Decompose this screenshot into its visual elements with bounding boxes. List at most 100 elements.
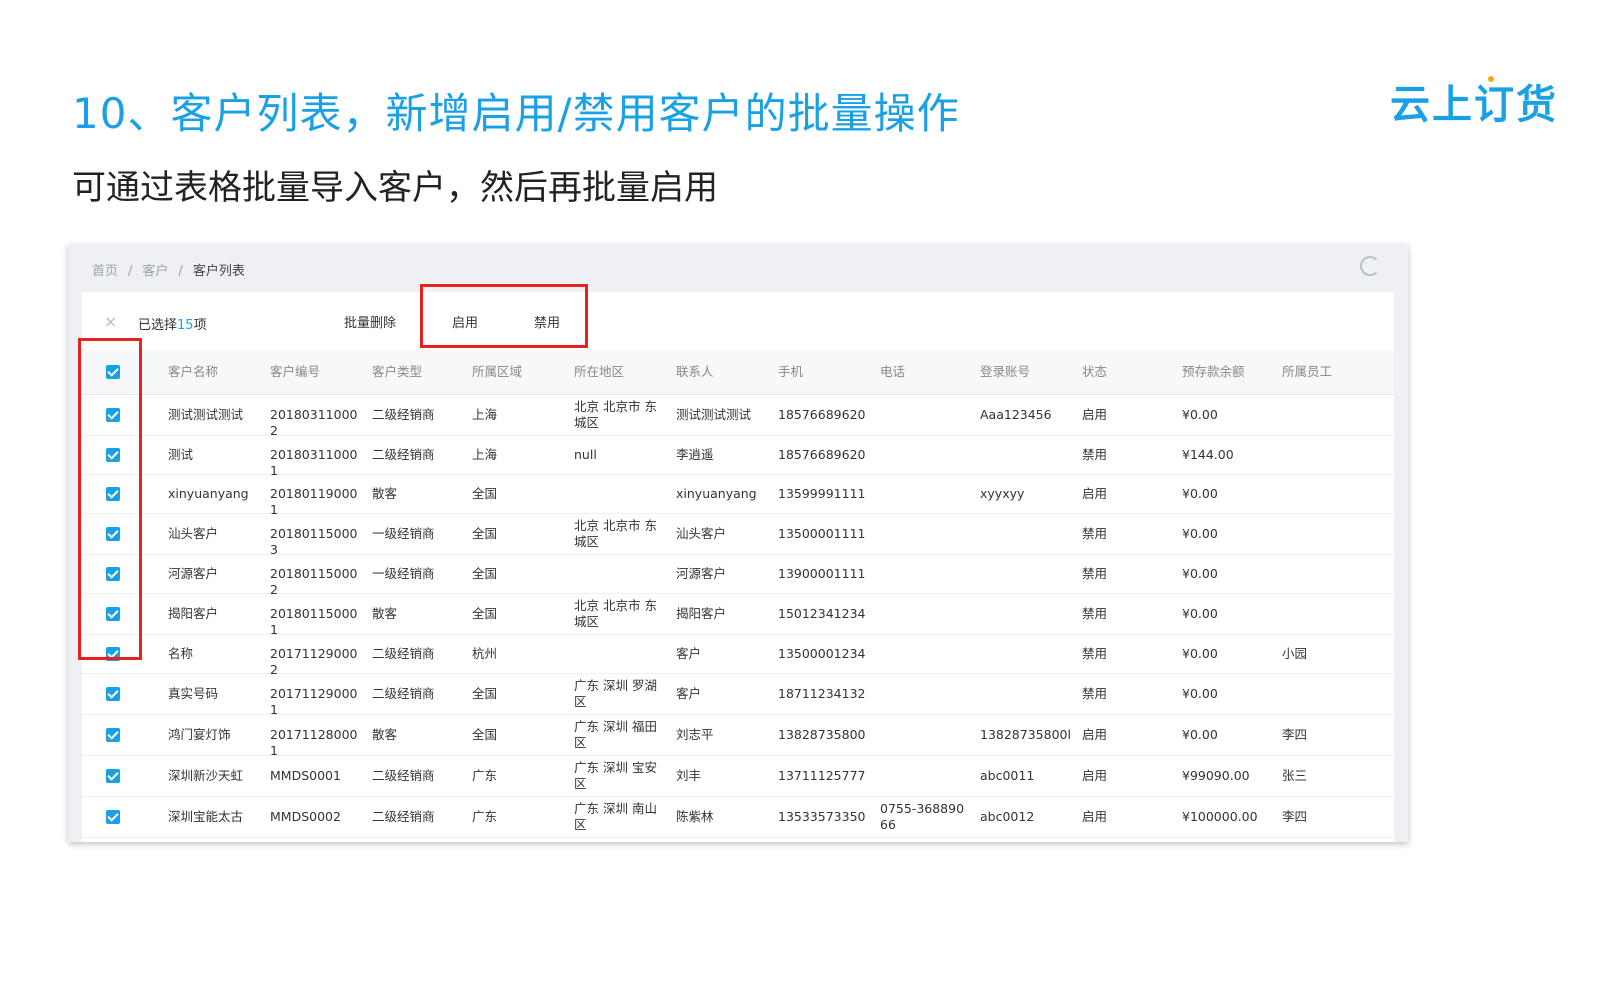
table-row[interactable]: 真实号码 201711290001 二级经销商 全国 广东 深圳 罗湖区 客户 187112… [82,674,1394,717]
select-all-checkbox[interactable] [106,365,120,379]
slide: 10、客户列表，新增启用/禁用客户的批量操作 可通过表格批量导入客户，然后再批量… [0,0,1600,1000]
cell-balance: ¥100000.00 [1182,809,1258,824]
cell-region: 北京 北京市 东城区 [574,598,657,629]
table-row[interactable]: 汕头客户 201801150003 一级经销商 全国 北京 北京市 东城区 汕头客户 135… [82,514,1394,557]
brand-logo: 云上订货 [1390,72,1558,130]
cell-balance: ¥0.00 [1182,566,1218,581]
cell-type: 一级经销商 [372,566,435,581]
row-checkbox[interactable] [106,607,120,621]
clear-selection-icon[interactable]: × [104,312,117,331]
cell-account: abc0012 [980,809,1035,824]
cell-code: 201801150001 [270,606,358,637]
row-checkbox[interactable] [106,408,120,422]
cell-status: 启用 [1082,486,1108,501]
cell-type: 二级经销商 [372,646,435,661]
cell-name: xinyuanyang [168,486,249,501]
customer-list-panel: × 已选择15项 批量删除 启用 禁用 客户名称 客户编号 客户类型 所属区域 所在地区… [82,292,1394,842]
selection-prefix: 已选择 [138,318,178,333]
cell-contact: 刘丰 [676,768,702,783]
column-header: 状态 [1082,364,1108,379]
table-row[interactable]: xinyuanyang 201801190001 散客 全国 xinyuanyang 13… [82,475,1394,517]
cell-balance: ¥0.00 [1182,486,1218,501]
table-row[interactable]: 深圳新沙天虹 MMDS0001 二级经销商 广东 广东 深圳 宝安区 刘丰 13711125… [82,756,1394,797]
cell-area: 上海 [472,407,498,422]
cell-balance: ¥0.00 [1182,646,1218,661]
breadcrumb-home[interactable]: 首页 [92,264,118,279]
cell-mobile: 18576689620 [778,407,866,422]
cell-staff: 小园 [1282,646,1308,661]
cell-status: 禁用 [1082,606,1108,621]
cell-balance: ¥0.00 [1182,686,1218,701]
row-checkbox[interactable] [106,769,120,783]
cell-mobile: 13711125777 [778,768,866,783]
refresh-icon[interactable] [1360,256,1380,276]
cell-name: 测试测试测试 [168,407,244,422]
column-header: 所属员工 [1282,364,1333,379]
row-checkbox[interactable] [106,567,120,581]
table-row[interactable]: 揭阳客户 201801150001 散客 全国 北京 北京市 东城区 揭阳客户 150123… [82,594,1394,637]
cell-area: 全国 [472,566,498,581]
batch-enable-button[interactable]: 启用 [452,312,478,331]
cell-balance: ¥144.00 [1182,447,1234,462]
cell-type: 散客 [372,606,398,621]
cell-area: 广东 [472,809,498,824]
cell-contact: 汕头客户 [676,526,727,541]
cell-contact: 揭阳客户 [676,606,727,621]
row-checkbox[interactable] [106,687,120,701]
column-header: 电话 [880,364,906,379]
column-header: 手机 [778,364,804,379]
row-checkbox[interactable] [106,728,120,742]
cell-code: MMDS0001 [270,768,341,783]
cell-status: 启用 [1082,809,1108,824]
column-header: 登录账号 [980,364,1031,379]
row-checkbox[interactable] [106,487,120,501]
brand-logo-text: 云上订货 [1390,82,1558,128]
table-row[interactable]: 测试测试测试 201803110002 二级经销商 上海 北京 北京市 东城区 测试测试测… [82,395,1394,438]
cell-mobile: 15012341234 [778,606,866,621]
cell-region: 广东 深圳 罗湖区 [574,678,657,709]
cell-balance: ¥0.00 [1182,526,1218,541]
cell-contact: 客户 [676,646,702,661]
cell-area: 全国 [472,526,498,541]
row-checkbox[interactable] [106,810,120,824]
cell-name: 深圳宝能太古 [168,809,244,824]
table-row[interactable]: 河源客户 201801150002 一级经销商 全国 河源客户 13900001111 禁用… [82,555,1394,597]
cell-type: 散客 [372,486,398,501]
cell-balance: ¥0.00 [1182,727,1218,742]
cell-region: 广东 深圳 南山区 [574,801,657,832]
breadcrumb-current: 客户列表 [192,264,245,279]
table-body: 测试测试测试 201803110002 二级经销商 上海 北京 北京市 东城区 测试测试测… [82,395,1394,838]
table-header: 客户名称 客户编号 客户类型 所属区域 所在地区 联系人 手机 电话 登录账号 状态 预存款余额 所属… [82,350,1394,395]
cell-type: 二级经销商 [372,447,435,462]
cell-account: Aaa123456 [980,407,1052,422]
cell-code: 201711280001 [270,727,358,758]
cell-contact: xinyuanyang [676,486,757,501]
cell-account: xyyxyy [980,486,1025,501]
column-header: 客户名称 [168,364,219,379]
cell-contact: 客户 [676,686,702,701]
cell-type: 散客 [372,727,398,742]
breadcrumb-customer[interactable]: 客户 [142,264,168,279]
cell-staff: 张三 [1282,768,1308,783]
row-checkbox[interactable] [106,647,120,661]
cell-code: 201711290001 [270,686,358,717]
cell-status: 禁用 [1082,447,1108,462]
table-row[interactable]: 鸿门宴灯饰 201711280001 散客 全国 广东 深圳 福田区 刘志平 1382873… [82,715,1394,758]
table-row[interactable]: 深圳宝能太古 MMDS0002 二级经销商 广东 广东 深圳 南山区 陈紫林 1353357… [82,797,1394,838]
batch-disable-button[interactable]: 禁用 [534,312,560,331]
column-header: 预存款余额 [1182,364,1245,379]
table-row[interactable]: 名称 201711290002 二级经销商 杭州 客户 13500001234 禁用 ¥0.0… [82,635,1394,677]
table-row[interactable]: 测试 201803110001 二级经销商 上海 null 李逍遥 18576689620 禁… [82,436,1394,478]
row-checkbox[interactable] [106,527,120,541]
cell-mobile: 13500001111 [778,526,866,541]
page-subtitle: 可通过表格批量导入客户，然后再批量启用 [72,168,718,208]
cell-area: 广东 [472,768,498,783]
cell-name: 测试 [168,447,194,462]
cell-contact: 测试测试测试 [676,407,752,422]
batch-delete-button[interactable]: 批量删除 [344,312,396,331]
cell-mobile: 13828735800 [778,727,866,742]
cell-area: 全国 [472,606,498,621]
row-checkbox[interactable] [106,448,120,462]
cell-contact: 陈紫林 [676,809,714,824]
cell-type: 二级经销商 [372,686,435,701]
